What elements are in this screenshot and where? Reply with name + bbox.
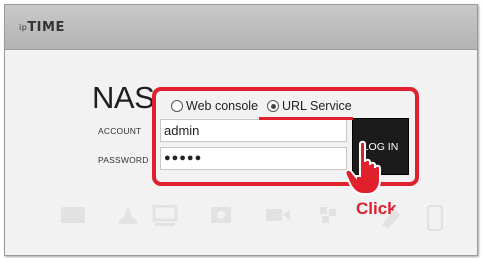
page-title: NAS <box>92 80 155 115</box>
account-input[interactable]: admin <box>160 119 347 142</box>
title-bar: ipTIME <box>5 5 477 50</box>
account-label: ACCOUNT <box>98 126 142 136</box>
pointer-hand-icon <box>344 140 381 195</box>
camera-icon <box>211 207 231 223</box>
password-input[interactable]: ●●●●● <box>160 147 347 170</box>
web-console-radio[interactable]: Web console <box>171 99 258 113</box>
url-service-radio[interactable]: URL Service <box>267 99 352 113</box>
highlight-underline <box>259 117 353 120</box>
url-service-label: URL Service <box>282 99 352 113</box>
iptime-logo: ipTIME <box>19 20 65 35</box>
photo-icon <box>119 207 137 224</box>
monitor-icon <box>152 205 178 226</box>
phone-icon <box>427 205 443 231</box>
video-icon <box>266 209 290 221</box>
radio-selected-icon <box>267 100 279 112</box>
web-console-label: Web console <box>186 99 259 113</box>
music-icon <box>320 207 336 223</box>
password-label: PASSWORD <box>98 155 149 165</box>
storage-icon <box>61 207 85 223</box>
radio-unselected-icon <box>171 100 183 112</box>
document-icon <box>382 209 400 229</box>
